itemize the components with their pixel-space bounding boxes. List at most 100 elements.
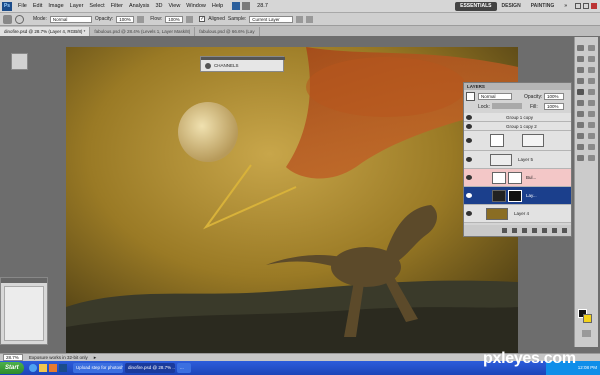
- visibility-eye-icon[interactable]: [466, 138, 472, 143]
- add-style-icon[interactable]: [512, 228, 517, 233]
- floating-panel-header[interactable]: [1, 278, 47, 283]
- menu-layer[interactable]: Layer: [67, 3, 87, 9]
- start-button[interactable]: Start: [0, 362, 24, 374]
- taskbar-item-more[interactable]: ...: [177, 363, 191, 373]
- brush-size-icon[interactable]: [15, 14, 24, 24]
- history-brush-icon[interactable]: [588, 88, 595, 95]
- workspace-design[interactable]: DESIGN: [497, 2, 526, 11]
- link-layers-icon[interactable]: [502, 228, 507, 233]
- mode-select[interactable]: Normal: [49, 15, 92, 23]
- layer-row-bul[interactable]: Bul...: [464, 169, 571, 187]
- canvas[interactable]: [66, 47, 518, 353]
- move-tool-icon[interactable]: [577, 44, 584, 51]
- visibility-eye-icon[interactable]: [466, 124, 472, 129]
- layer-row-layer5[interactable]: [464, 131, 571, 151]
- layer-mask-thumbnail[interactable]: [508, 172, 522, 184]
- 3d-rotate-icon[interactable]: [577, 143, 584, 150]
- layer-row-layer5b[interactable]: Layer 5: [464, 151, 571, 169]
- layer-row-group1-copy2[interactable]: Group 1 copy 2: [464, 122, 571, 131]
- visibility-eye-icon[interactable]: [466, 193, 472, 198]
- dodge-tool-icon[interactable]: [588, 110, 595, 117]
- status-arrow-icon[interactable]: ▸: [94, 355, 97, 361]
- visibility-eye-icon[interactable]: [466, 115, 472, 120]
- lock-icons[interactable]: [492, 103, 522, 109]
- quicklaunch-ps-icon[interactable]: [59, 364, 67, 372]
- channels-panel[interactable]: CHANNELS: [200, 56, 285, 72]
- visibility-eye-icon[interactable]: [466, 211, 472, 216]
- quicklaunch-media-icon[interactable]: [49, 364, 57, 372]
- layer-mask-thumbnail[interactable]: [508, 190, 522, 202]
- sample-select[interactable]: Current Layer: [249, 15, 294, 23]
- blur-tool-icon[interactable]: [577, 110, 584, 117]
- quick-mask-icon[interactable]: [582, 330, 591, 337]
- layer-row-group1-copy[interactable]: Group 1 copy: [464, 113, 571, 122]
- visibility-eye-icon[interactable]: [466, 175, 472, 180]
- marquee-tool-icon[interactable]: [588, 44, 595, 51]
- zoom-tool-icon[interactable]: [588, 154, 595, 161]
- menu-view[interactable]: View: [165, 3, 183, 9]
- channels-panel-titlebar[interactable]: [201, 57, 285, 60]
- window-close-icon[interactable]: [591, 3, 597, 9]
- menu-edit[interactable]: Edit: [30, 3, 45, 9]
- adjustment-layer-icon[interactable]: [532, 228, 537, 233]
- layer-styles-icon[interactable]: [466, 92, 475, 101]
- pen-tool-icon[interactable]: [577, 121, 584, 128]
- add-mask-icon[interactable]: [522, 228, 527, 233]
- tab-fabulous-levels[interactable]: fabulous.psd @ 28.4% (Levels 1, Layer Ma…: [90, 27, 196, 36]
- channels-label[interactable]: CHANNELS: [214, 63, 239, 68]
- type-tool-icon[interactable]: [588, 121, 595, 128]
- status-zoom-field[interactable]: 28.7%: [3, 354, 23, 361]
- layer-mask-thumbnail[interactable]: [522, 134, 544, 147]
- menu-analysis[interactable]: Analysis: [126, 3, 152, 9]
- blend-mode-select[interactable]: Normal: [478, 93, 512, 100]
- layers-tab[interactable]: LAYERS: [467, 84, 485, 89]
- brush-tool-icon[interactable]: [588, 77, 595, 84]
- menu-help[interactable]: Help: [209, 3, 226, 9]
- hand-tool-icon[interactable]: [577, 154, 584, 161]
- new-group-icon[interactable]: [542, 228, 547, 233]
- window-minimize-icon[interactable]: [575, 3, 581, 9]
- clone-stamp-tool-icon[interactable]: [3, 14, 12, 24]
- menu-file[interactable]: File: [15, 3, 30, 9]
- airbrush-icon[interactable]: [186, 15, 194, 23]
- background-color-swatch[interactable]: [583, 314, 592, 323]
- minibridge-icon[interactable]: [242, 2, 251, 10]
- workspace-painting[interactable]: PAINTING: [526, 2, 560, 11]
- mini-tool-icon[interactable]: [11, 53, 28, 70]
- clone-stamp-icon[interactable]: [577, 88, 584, 95]
- new-layer-icon[interactable]: [552, 228, 557, 233]
- flow-field[interactable]: 100%: [165, 15, 184, 23]
- pressure-opacity-icon[interactable]: [137, 15, 145, 23]
- eraser-tool-icon[interactable]: [577, 99, 584, 106]
- 3d-orbit-icon[interactable]: [588, 143, 595, 150]
- fill-field[interactable]: 100%: [544, 103, 564, 110]
- aligned-checkbox[interactable]: ✓: [199, 16, 206, 22]
- workspace-more-chevron-icon[interactable]: »: [559, 2, 572, 11]
- taskbar-item-upload[interactable]: Upload step for photosh...: [73, 363, 123, 373]
- healing-tool-icon[interactable]: [577, 77, 584, 84]
- taskbar-item-dinofire[interactable]: dinofire.psd @ 28.7% ...: [125, 363, 175, 373]
- workspace-essentials[interactable]: ESSENTIALS: [455, 1, 497, 11]
- opacity-field[interactable]: 100%: [116, 15, 135, 23]
- trash-icon[interactable]: [562, 228, 567, 233]
- window-maximize-icon[interactable]: [583, 3, 589, 9]
- tab-fabulous-layer[interactable]: fabulous.psd @ 66.6% (Lay: [195, 27, 260, 36]
- gradient-tool-icon[interactable]: [588, 99, 595, 106]
- menu-select[interactable]: Select: [86, 3, 107, 9]
- bridge-icon[interactable]: [232, 2, 241, 10]
- zoom-level-menu[interactable]: 28.7: [254, 3, 271, 9]
- menu-filter[interactable]: Filter: [108, 3, 126, 9]
- menu-3d[interactable]: 3D: [152, 3, 165, 9]
- menu-window[interactable]: Window: [183, 3, 209, 9]
- pressure-size-icon[interactable]: [306, 15, 314, 23]
- shape-tool-icon[interactable]: [588, 132, 595, 139]
- layer-opacity-field[interactable]: 100%: [544, 93, 564, 100]
- lasso-tool-icon[interactable]: [577, 55, 584, 62]
- crop-tool-icon[interactable]: [577, 66, 584, 73]
- magic-wand-tool-icon[interactable]: [588, 55, 595, 62]
- quicklaunch-ie-icon[interactable]: [29, 364, 37, 372]
- menu-image[interactable]: Image: [45, 3, 66, 9]
- quicklaunch-folder-icon[interactable]: [39, 364, 47, 372]
- path-select-icon[interactable]: [577, 132, 584, 139]
- eyedropper-tool-icon[interactable]: [588, 66, 595, 73]
